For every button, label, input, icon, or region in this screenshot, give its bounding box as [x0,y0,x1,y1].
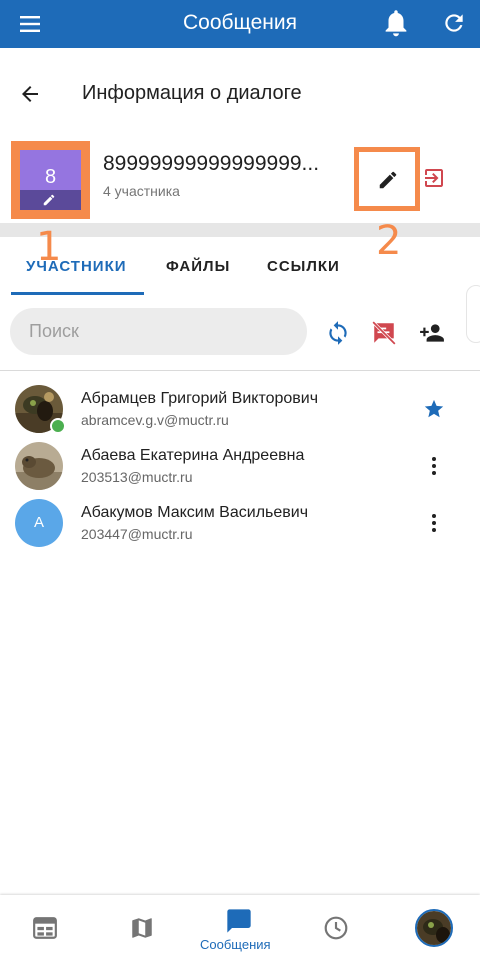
nav-label-messages[interactable]: Сообщения [200,937,271,952]
app-bar: Сообщения [0,0,480,48]
member-row[interactable]: Абрамцев Григорий Викторович abramcev.g.… [0,383,480,440]
page-title: Информация о диалоге [82,82,302,104]
bottom-nav: Сообщения [0,895,480,965]
dialog-avatar[interactable]: 8 [20,150,81,210]
bell-icon[interactable] [382,8,410,38]
exit-dialog-icon[interactable] [422,166,446,190]
list-separator [0,370,480,371]
member-email: abramcev.g.v@muctr.ru [81,412,229,428]
edit-dialog-button[interactable] [354,147,420,211]
dialog-name: 89999999999999999... [103,152,320,175]
member-name: Абакумов Максим Васильевич [81,504,309,521]
member-row[interactable]: Абаева Екатерина Андреевна 203513@muctr.… [0,440,480,497]
sync-icon[interactable] [325,320,351,346]
tab-files[interactable]: ФАЙЛЫ [166,258,230,275]
member-avatar: A [15,499,63,547]
refresh-icon[interactable] [441,10,467,36]
pencil-icon [379,171,397,189]
participants-count: 4 участника [103,183,180,199]
calendar-icon[interactable] [32,915,58,941]
member-avatar [15,442,63,490]
more-vert-icon[interactable] [422,454,446,478]
tab-links[interactable]: ССЫЛКИ [267,258,340,275]
member-row[interactable]: A Абакумов Максим Васильевич 203447@muct… [0,497,480,554]
more-vert-icon[interactable] [422,511,446,535]
scroll-hint-edge [466,285,480,343]
back-arrow-icon[interactable] [18,82,42,106]
clock-icon[interactable] [323,915,349,941]
tab-indicator [11,292,144,295]
pencil-icon [43,194,55,206]
member-name: Абрамцев Григорий Викторович [81,390,319,407]
member-name: Абаева Екатерина Андреевна [81,447,305,464]
search-input[interactable]: Поиск [10,308,307,355]
chat-icon[interactable] [225,907,253,935]
online-indicator [50,418,66,434]
tab-participants[interactable]: УЧАСТНИКИ [26,258,127,275]
page-header: Информация о диалоге [0,70,480,120]
star-icon[interactable] [423,398,445,420]
profile-avatar[interactable] [415,909,453,947]
search-placeholder: Поиск [29,321,79,341]
avatar-edit-strip[interactable] [20,190,81,210]
tab-bar: УЧАСТНИКИ ФАЙЛЫ ССЫЛКИ [0,243,480,295]
add-user-icon[interactable] [419,320,445,346]
hide-messages-icon[interactable] [371,320,397,346]
section-divider [0,223,480,237]
dialog-avatar-highlight[interactable]: 8 [11,141,90,219]
dialog-avatar-text: 8 [44,166,57,188]
member-email: 203513@muctr.ru [81,469,193,485]
member-email: 203447@muctr.ru [81,526,193,542]
map-icon[interactable] [129,915,155,941]
